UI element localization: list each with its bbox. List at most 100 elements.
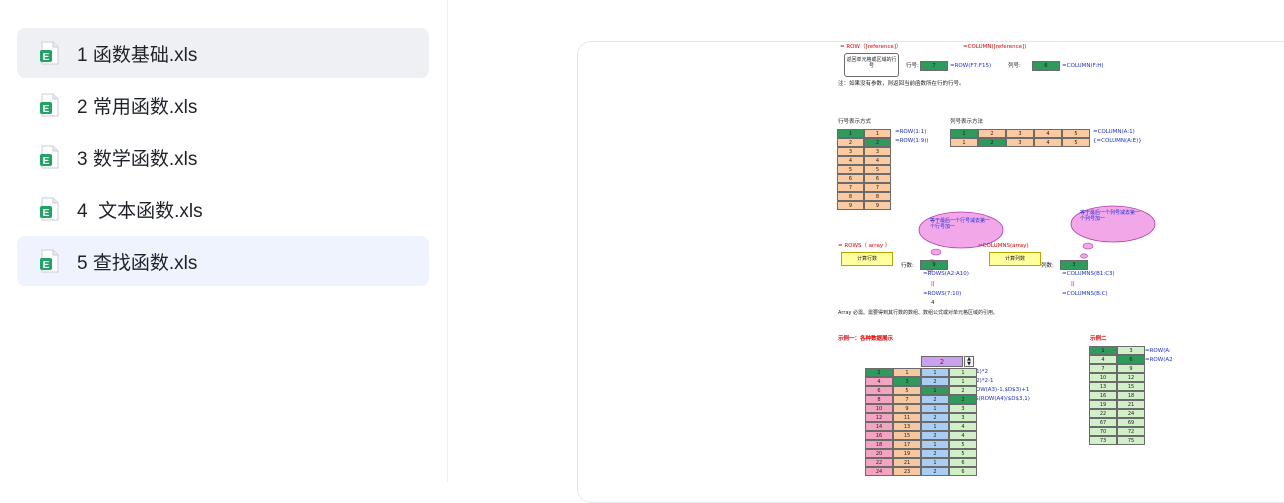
excel-file-icon: E	[39, 145, 61, 169]
example-one-cell: 1	[921, 440, 949, 449]
columns-label: 列数:	[1041, 263, 1054, 269]
column-function-title: =COLUMN([reference])	[963, 44, 1027, 50]
rows-result: 4	[931, 300, 935, 306]
row-formula-2: =ROW(1:9))	[895, 138, 929, 144]
example-two-cell: 18	[1117, 391, 1145, 400]
example-one-cell: 5	[949, 449, 977, 458]
file-name: 5 查找函数.xls	[77, 252, 198, 274]
example-one-cell: 4	[949, 422, 977, 431]
file-item[interactable]: E 5 查找函数.xls	[17, 236, 429, 286]
file-item[interactable]: E 3 数学函数.xls	[17, 132, 429, 182]
svg-text:E: E	[43, 156, 50, 167]
example-one-cell: 1	[921, 368, 949, 377]
example-two-cell: 10	[1089, 373, 1117, 382]
svg-text:E: E	[43, 260, 50, 271]
row-table-cell: 3	[864, 147, 891, 156]
example-one-cell: 5	[893, 386, 921, 395]
example-one-cell: 5	[949, 440, 977, 449]
rows-label: 行数:	[901, 263, 914, 269]
example-one-cell: 3	[949, 404, 977, 413]
example-one-cell: 1	[893, 368, 921, 377]
column-table-cell: 3	[1006, 129, 1034, 138]
row-method-label: 行号表示方式	[838, 119, 872, 125]
row-table-cell: 8	[864, 192, 891, 201]
file-name: 3 数学函数.xls	[77, 148, 198, 170]
column-table-cell: 3	[1006, 138, 1034, 147]
row-table-cell: 7	[864, 183, 891, 192]
example-two-cell: 1	[1089, 346, 1117, 355]
sheet-canvas: = ROW（[reference]） =COLUMN([reference]) …	[578, 42, 1284, 502]
file-name: 1 函数基础.xls	[77, 44, 198, 66]
example-two-cell: 3	[1117, 346, 1145, 355]
columns-function-title: =COLUMNS(array)	[978, 243, 1029, 249]
column-table-cell: 4	[1034, 138, 1062, 147]
example-one-cell: 1	[921, 422, 949, 431]
row-table-cell: 1	[864, 129, 891, 138]
row-table-cell: 4	[864, 156, 891, 165]
example-two-cell: 16	[1089, 391, 1117, 400]
example-one-cell: 2	[921, 377, 949, 386]
example-one-cell: 2	[921, 467, 949, 476]
spinner-control[interactable]: ▲ ▼	[964, 356, 974, 367]
row-table-cell: 9	[837, 201, 864, 210]
columns-formula-2: =COLUMNS(B:C)	[1062, 291, 1108, 297]
file-name: 2 常用函数.xls	[77, 96, 198, 118]
excel-file-icon: E	[39, 41, 61, 65]
example-one-cell: 4	[949, 431, 977, 440]
row-table-cell: 8	[837, 192, 864, 201]
row-table-cell: 3	[837, 147, 864, 156]
file-item[interactable]: E 2 常用函数.xls	[17, 80, 429, 130]
example-one-cell: 10	[865, 404, 893, 413]
example-one-title: 示例一：各种数据展示	[838, 336, 894, 342]
svg-text:E: E	[43, 104, 50, 115]
example-one-cell: 17	[893, 440, 921, 449]
example-one-cell: 4	[865, 377, 893, 386]
rows-formula-2: =ROWS(7:10)	[923, 291, 962, 297]
spreadsheet-preview[interactable]: = ROW（[reference]） =COLUMN([reference]) …	[577, 41, 1284, 503]
row-table-cell: 4	[837, 156, 864, 165]
rows-description-box: 计算行数	[841, 252, 893, 266]
example-one-cell: 21	[893, 458, 921, 467]
example-one-cell: 16	[865, 431, 893, 440]
rows-value-cell: 9	[920, 260, 948, 270]
example-one-cell: 2	[921, 395, 949, 404]
row-function-title: = ROW（[reference]）	[840, 44, 902, 50]
row-table-cell: 7	[837, 183, 864, 192]
column-label: 列号:	[1008, 63, 1021, 69]
column-table-cell: 2	[978, 138, 1006, 147]
rows-equivalent-mark: ||	[931, 281, 935, 287]
example-two-cell: 70	[1089, 427, 1117, 436]
spin-value-cell[interactable]: 2	[921, 356, 963, 367]
example-one-cell: 8	[865, 395, 893, 404]
example-one-cell: 7	[893, 395, 921, 404]
example-one-cell: 6	[865, 386, 893, 395]
excel-file-icon: E	[39, 197, 61, 221]
example-two-cell: 12	[1117, 373, 1145, 382]
example-one-cell: 6	[949, 458, 977, 467]
file-item[interactable]: E 1 函数基础.xls	[17, 28, 429, 78]
column-formula: =COLUMN(F:H)	[1062, 63, 1104, 69]
ref-description-box: 返回单元格或区域的行号	[844, 53, 899, 77]
row-label: 行号:	[906, 63, 919, 69]
column-table-cell: 1	[950, 138, 978, 147]
excel-file-icon: E	[39, 249, 61, 273]
example-one-cell: 2	[921, 431, 949, 440]
column-table-cell: 2	[978, 129, 1006, 138]
example-one-cell: 1	[949, 368, 977, 377]
example-one-cell: 19	[893, 449, 921, 458]
example-two-formula-1: =ROW(A:	[1145, 348, 1171, 354]
file-name: 4 文本函数.xls	[77, 200, 203, 222]
file-item[interactable]: E 4 文本函数.xls	[17, 184, 429, 234]
example-two-cell: 24	[1117, 409, 1145, 418]
row-table-cell: 9	[864, 201, 891, 210]
columns-formula-1: =COLUMNS(B1:C3)	[1062, 271, 1115, 277]
row-table-cell: 6	[864, 174, 891, 183]
example-two-cell: 9	[1117, 364, 1145, 373]
row-table-cell: 2	[864, 138, 891, 147]
example-one-cell: 2	[949, 395, 977, 404]
example-two-cell: 15	[1117, 382, 1145, 391]
example-two-cell: 6	[1117, 355, 1145, 364]
example-one-cell: 13	[893, 422, 921, 431]
row-table-cell: 5	[864, 165, 891, 174]
file-sidebar: E 1 函数基础.xls E 2 常用函数.xls E 3 数学函数.xls E 4 文本函数…	[0, 0, 448, 482]
